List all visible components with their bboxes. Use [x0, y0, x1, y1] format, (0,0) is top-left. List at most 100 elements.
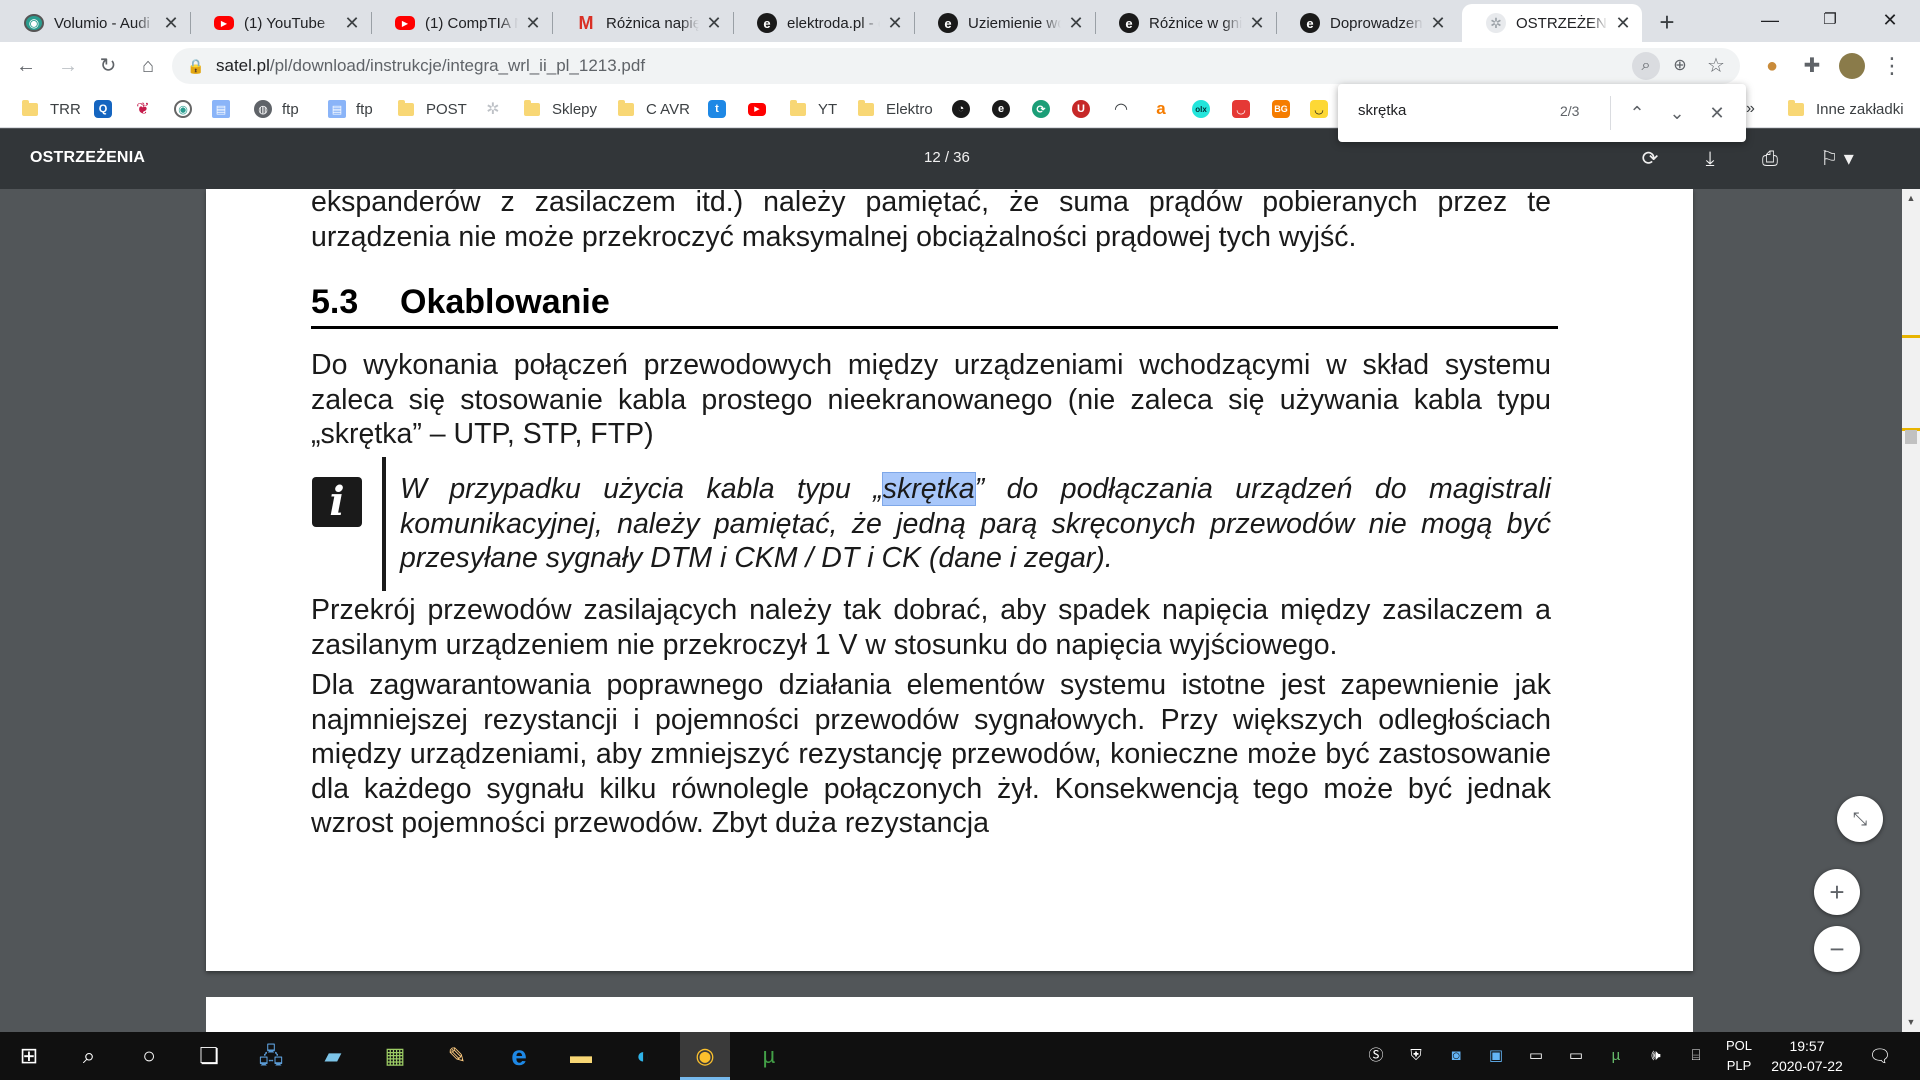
reload-button[interactable]: ↻ — [90, 48, 126, 84]
network-icon[interactable]: ⌸ — [1684, 1044, 1708, 1068]
bookmark-bg[interactable]: BG — [1272, 96, 1300, 122]
scroll-thumb[interactable] — [1905, 430, 1917, 444]
find-next-icon[interactable]: ⌄ — [1662, 98, 1692, 128]
tab-ostrzezenia[interactable]: ✲ OSTRZEŻENIA ✕ — [1462, 4, 1642, 42]
pdf-viewer[interactable]: ekspanderów z zasilaczem itd.) należy pa… — [0, 189, 1920, 1032]
zoom-icon[interactable]: ⊕ — [1666, 52, 1694, 80]
more-bookmarks-button[interactable]: » — [1746, 96, 1755, 122]
shield-icon[interactable]: ⛨ — [1404, 1044, 1428, 1068]
bookmark-trr[interactable]: TRR — [22, 96, 81, 122]
forward-button[interactable]: → — [50, 48, 86, 84]
tab-comptia[interactable]: ▶ (1) CompTIA N ✕ — [371, 4, 552, 42]
bookmark-shop[interactable]: ◡ — [1232, 96, 1260, 122]
language-indicator[interactable]: POL PLP — [1722, 1036, 1756, 1076]
task-view-icon[interactable]: ❏ — [184, 1032, 234, 1080]
scroll-up-icon[interactable]: ▲ — [1902, 190, 1920, 206]
bookmark-sklepy[interactable]: Sklepy — [524, 96, 597, 122]
close-icon[interactable]: ✕ — [524, 13, 542, 34]
scrollbar[interactable] — [1902, 189, 1920, 1032]
close-icon[interactable]: ✕ — [162, 13, 180, 34]
menu-kebab-icon[interactable]: ⋮ — [1876, 50, 1908, 82]
close-icon[interactable]: ✕ — [1614, 13, 1632, 34]
bookmark-t[interactable]: t — [708, 96, 736, 122]
zoom-in-button[interactable]: + — [1814, 869, 1860, 915]
tab-elektroda-3[interactable]: e Różnice w gnia ✕ — [1095, 4, 1276, 42]
bookmark-gear[interactable]: ✲ — [484, 96, 512, 122]
bookmark-post[interactable]: POST — [398, 96, 467, 122]
bookmark-speed[interactable]: ◠ — [1112, 96, 1140, 122]
maximize-button[interactable]: ❐ — [1800, 0, 1860, 40]
scroll-down-icon[interactable]: ▼ — [1902, 1014, 1920, 1030]
close-window-button[interactable]: ✕ — [1860, 0, 1920, 40]
tab-elektroda-4[interactable]: e Doprowadzeni ✕ — [1276, 4, 1457, 42]
network-app-icon[interactable]: 🖧 — [246, 1032, 296, 1080]
bookmark-youtube[interactable]: ▶ — [748, 96, 776, 122]
battery-icon[interactable]: ▭ — [1564, 1044, 1588, 1068]
bookmark-olx[interactable]: olx — [1192, 96, 1220, 122]
fit-to-page-button[interactable]: ⤡ — [1837, 796, 1883, 842]
bookmark-yt[interactable]: YT — [790, 96, 837, 122]
network-drive-icon[interactable]: ▣ — [1484, 1044, 1508, 1068]
skype-icon[interactable]: Ⓢ — [1364, 1044, 1388, 1068]
usb-icon[interactable]: ▭ — [1524, 1044, 1548, 1068]
find-close-icon[interactable]: ✕ — [1702, 98, 1732, 128]
internet-explorer-icon[interactable]: e — [494, 1032, 544, 1080]
calculator-icon[interactable]: ▦ — [370, 1032, 420, 1080]
avatar[interactable] — [1836, 50, 1868, 82]
close-icon[interactable]: ✕ — [886, 13, 904, 34]
home-button[interactable]: ⌂ — [130, 48, 166, 84]
tab-gmail[interactable]: M Różnica napięć ✕ — [552, 4, 733, 42]
search-icon[interactable]: ⌕ — [64, 1032, 114, 1080]
bookmark-ftp-1[interactable]: ◍ ftp — [254, 96, 299, 122]
zoom-out-button[interactable]: − — [1814, 926, 1860, 972]
find-input[interactable]: skrętka — [1358, 102, 1406, 119]
print-icon[interactable]: ⎙ — [1754, 143, 1786, 175]
windows-start-icon[interactable]: ⊞ — [4, 1032, 54, 1080]
bookmark-u[interactable]: U — [1072, 96, 1100, 122]
bookmark-star-icon[interactable]: ☆ — [1702, 52, 1730, 80]
close-icon[interactable]: ✕ — [1248, 13, 1266, 34]
edge-icon[interactable]: ◐ — [618, 1032, 668, 1080]
find-in-page-icon[interactable]: ⌕ — [1632, 52, 1660, 80]
file-explorer-icon[interactable]: ▬ — [556, 1032, 606, 1080]
cookie-extension-icon[interactable]: ● — [1756, 50, 1788, 82]
new-tab-button[interactable]: + — [1650, 6, 1684, 40]
bookmark-elektroda[interactable]: e — [992, 96, 1020, 122]
back-button[interactable]: ← — [8, 48, 44, 84]
bookmark-page[interactable]: ▤ — [212, 96, 240, 122]
notes-app-icon[interactable]: ▰ — [308, 1032, 358, 1080]
rotate-icon[interactable]: ⟳ — [1634, 143, 1666, 175]
find-previous-icon[interactable]: ⌃ — [1622, 98, 1652, 128]
cortana-icon[interactable]: ○ — [124, 1032, 174, 1080]
tab-elektroda-2[interactable]: e Uziemienie wol ✕ — [914, 4, 1095, 42]
tab-elektroda-1[interactable]: e elektroda.pl - e ✕ — [733, 4, 914, 42]
bookmark-volumio[interactable]: ◉ — [174, 96, 202, 122]
download-icon[interactable]: ⤓ — [1694, 143, 1726, 175]
bookmark-other[interactable]: Inne zakładki — [1788, 96, 1904, 122]
notifications-icon[interactable]: 🗨 — [1868, 1044, 1892, 1068]
bookmark-q[interactable]: Q — [94, 96, 122, 122]
address-bar[interactable]: 🔒 satel.pl/pl/download/instrukcje/integr… — [172, 48, 1740, 84]
clock[interactable]: 19:57 2020-07-22 — [1757, 1036, 1857, 1076]
bookmark-raspberry[interactable]: ❦ — [134, 96, 162, 122]
tab-volumio[interactable]: ◉ Volumio - Audi ✕ — [0, 4, 190, 42]
messenger-icon[interactable]: ◙ — [1444, 1044, 1468, 1068]
bookmark-menu-icon[interactable]: ⚐ ▾ — [1812, 143, 1862, 175]
extensions-puzzle-icon[interactable]: ✚ — [1796, 50, 1828, 82]
bookmark-smile[interactable]: ◡ — [1310, 96, 1338, 122]
close-icon[interactable]: ✕ — [343, 13, 361, 34]
utorrent-icon[interactable]: µ — [744, 1032, 794, 1080]
bookmark-cavr[interactable]: C AVR — [618, 96, 690, 122]
tab-youtube[interactable]: ▶ (1) YouTube ✕ — [190, 4, 371, 42]
bookmark-ftp-2[interactable]: ▤ ftp — [328, 96, 373, 122]
bookmark-elektro[interactable]: Elektro — [858, 96, 933, 122]
volume-icon[interactable]: 🕪 — [1644, 1044, 1668, 1068]
bookmark-a[interactable]: a — [1152, 96, 1180, 122]
minimize-button[interactable]: — — [1740, 0, 1800, 40]
bookmark-clock[interactable]: ◔ — [952, 96, 980, 122]
close-icon[interactable]: ✕ — [1429, 13, 1447, 34]
chrome-icon[interactable]: ◉ — [680, 1032, 730, 1080]
paint-icon[interactable]: ✎ — [432, 1032, 482, 1080]
close-icon[interactable]: ✕ — [1067, 13, 1085, 34]
close-icon[interactable]: ✕ — [705, 13, 723, 34]
